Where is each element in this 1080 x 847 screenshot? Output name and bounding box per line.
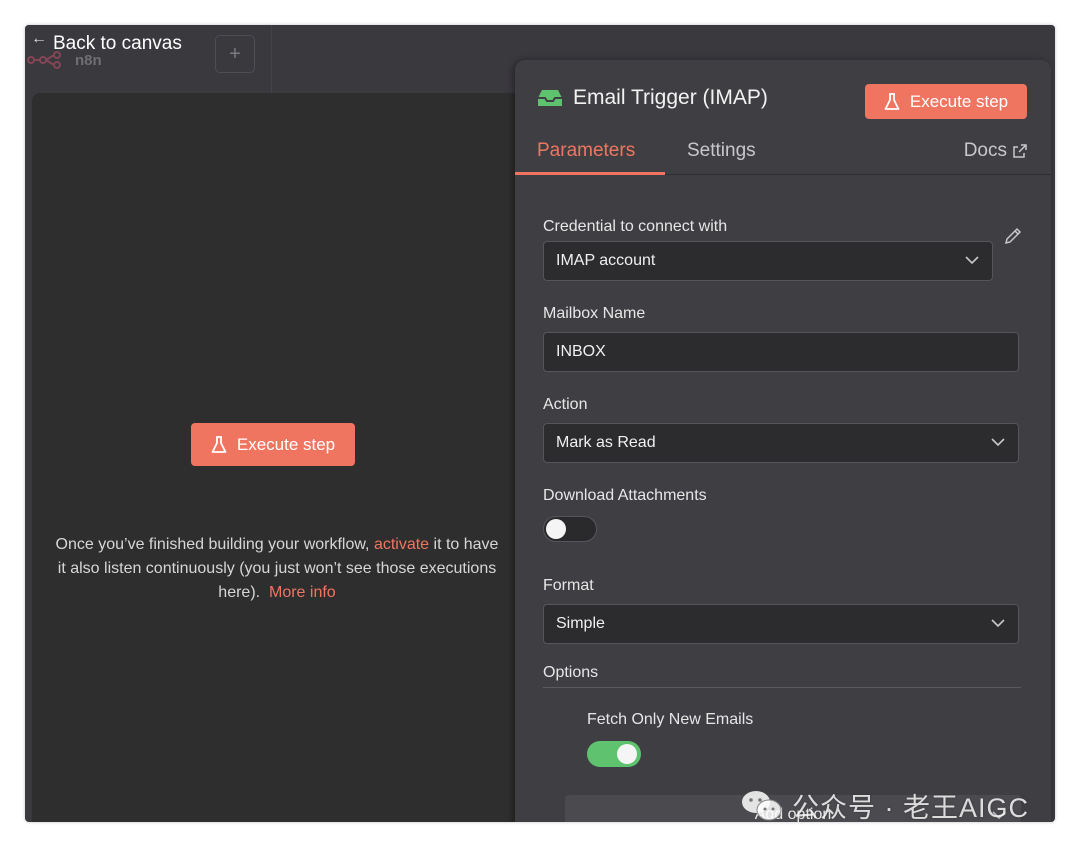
back-to-canvas-button[interactable]: ← Back to canvas — [31, 30, 182, 55]
external-link-icon — [1013, 144, 1027, 158]
mailbox-input[interactable]: INBOX — [543, 332, 1019, 372]
more-info-link[interactable]: More info — [269, 584, 336, 601]
docs-link[interactable]: Docs — [964, 140, 1027, 162]
top-divider — [271, 25, 272, 93]
mailbox-value: INBOX — [556, 343, 606, 360]
format-select[interactable]: Simple — [543, 604, 1019, 644]
canvas-message-start: Once you’ve finished building your workf… — [55, 536, 374, 553]
chevron-down-icon — [991, 619, 1005, 628]
node-execute-step-label: Execute step — [909, 91, 1009, 111]
download-attachments-label: Download Attachments — [543, 487, 707, 504]
node-header: Email Trigger (IMAP) Execute step — [515, 60, 1051, 140]
active-tab-indicator — [515, 172, 665, 175]
canvas-execute-step-label: Execute step — [236, 434, 336, 454]
flask-icon — [884, 92, 900, 110]
toggle-knob — [546, 519, 566, 539]
tab-settings[interactable]: Settings — [687, 140, 756, 162]
docs-label: Docs — [963, 140, 1007, 161]
credential-label: Credential to connect with — [543, 218, 728, 235]
back-arrow-icon: ← — [31, 30, 47, 47]
fetch-only-new-label: Fetch Only New Emails — [587, 711, 754, 728]
action-label: Action — [543, 396, 588, 413]
flask-icon — [211, 435, 227, 453]
format-label: Format — [543, 577, 594, 594]
fetch-only-new-toggle[interactable] — [587, 741, 641, 767]
canvas-execute-step-button[interactable]: Execute step — [191, 423, 355, 466]
tab-parameters[interactable]: Parameters — [537, 140, 635, 162]
node-title: Email Trigger (IMAP) — [573, 86, 768, 109]
add-tab-button[interactable]: + — [215, 35, 255, 73]
watermark-text: 公众号 · 老王AIGC — [792, 793, 1030, 823]
mailbox-label: Mailbox Name — [543, 305, 646, 322]
options-label: Options — [543, 664, 599, 681]
credential-value: IMAP account — [556, 252, 656, 269]
node-details-panel: Email Trigger (IMAP) Execute step Parame… — [515, 60, 1051, 822]
back-to-canvas-label: Back to canvas — [53, 33, 182, 54]
canvas-message: Once you’ve finished building your workf… — [52, 533, 502, 605]
canvas-input-panel: Execute step Once you’ve finished buildi… — [32, 93, 532, 822]
format-value: Simple — [556, 615, 605, 632]
edit-credential-icon[interactable] — [1003, 226, 1023, 246]
action-select[interactable]: Mark as Read — [543, 423, 1019, 463]
chevron-down-icon — [965, 256, 979, 265]
download-attachments-toggle[interactable] — [543, 516, 597, 542]
chevron-down-icon — [991, 438, 1005, 447]
inbox-icon — [538, 90, 562, 106]
toggle-knob — [617, 744, 637, 764]
app-window: n8n ← Back to canvas + Execute step Once… — [25, 25, 1055, 822]
action-value: Mark as Read — [556, 434, 656, 451]
node-execute-step-button[interactable]: Execute step — [865, 84, 1027, 119]
credential-select[interactable]: IMAP account — [543, 241, 993, 281]
activate-link[interactable]: activate — [374, 536, 429, 553]
wechat-icon — [742, 790, 782, 820]
options-divider — [543, 687, 1021, 688]
node-tabs: Parameters Settings Docs — [515, 132, 1051, 175]
watermark: 公众号 · 老王AIGC — [740, 786, 1029, 825]
